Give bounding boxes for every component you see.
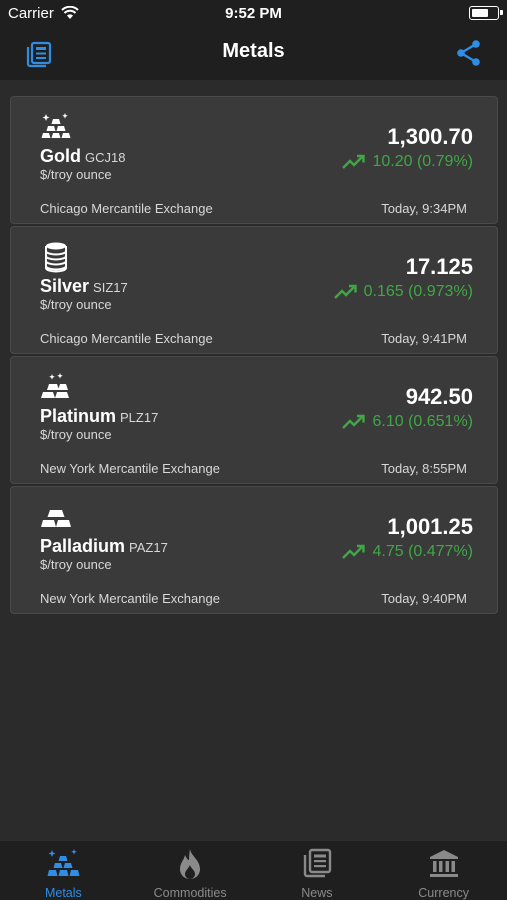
metal-card-palladium[interactable]: Palladium PAZ17 $/troy ounce New York Mer…	[10, 486, 498, 614]
metal-change: 4.75 (0.477%)	[372, 543, 473, 560]
status-bar: Carrier 9:52 PM	[0, 0, 507, 28]
metal-exchange: New York Mercantile Exchange	[40, 461, 220, 476]
status-time: 9:52 PM	[225, 5, 282, 22]
metal-name: Platinum	[40, 406, 117, 426]
silver-coins-icon	[40, 241, 72, 273]
metals-list: Gold GCJ18 $/troy ounce Chicago Mercantil…	[10, 96, 498, 616]
metal-symbol: PLZ17	[120, 410, 159, 425]
metal-name: Silver	[40, 276, 90, 296]
metal-card-gold[interactable]: Gold GCJ18 $/troy ounce Chicago Mercantil…	[10, 96, 498, 224]
bank-icon	[426, 847, 462, 881]
page-title: Metals	[222, 40, 285, 62]
tab-label: Currency	[418, 886, 469, 900]
metal-change-line: 10.20 (0.79%)	[342, 153, 473, 171]
trending-up-icon	[342, 414, 366, 430]
trending-up-icon	[342, 154, 366, 170]
metal-card-platinum[interactable]: Platinum PLZ17 $/troy ounce New York Merc…	[10, 356, 498, 484]
metal-price: 17.125	[405, 254, 473, 279]
share-icon[interactable]	[455, 39, 483, 67]
metal-change: 0.165 (0.973%)	[363, 283, 473, 300]
metal-name-line: Silver SIZ17	[40, 276, 128, 297]
tab-news[interactable]: News	[254, 841, 381, 900]
navigation-bar: Metals	[0, 28, 507, 80]
metal-price: 942.50	[405, 384, 473, 409]
metal-exchange: Chicago Mercantile Exchange	[40, 201, 213, 216]
metal-name-line: Platinum PLZ17	[40, 406, 158, 427]
metal-unit: $/troy ounce	[40, 557, 112, 572]
metal-symbol: PAZ17	[129, 540, 168, 555]
flame-icon	[172, 847, 208, 881]
metal-unit: $/troy ounce	[40, 167, 112, 182]
metal-name: Palladium	[40, 536, 126, 556]
palladium-bars-icon	[40, 501, 72, 533]
metal-exchange: Chicago Mercantile Exchange	[40, 331, 213, 346]
tab-metals[interactable]: Metals	[0, 841, 127, 900]
metal-card-silver[interactable]: Silver SIZ17 $/troy ounce Chicago Mercant…	[10, 226, 498, 354]
tab-label: Metals	[44, 886, 82, 900]
metal-unit: $/troy ounce	[40, 427, 112, 442]
metal-price: 1,001.25	[387, 514, 473, 539]
tab-currency[interactable]: Currency	[380, 841, 507, 900]
metal-name: Gold	[40, 146, 81, 166]
metal-change-line: 4.75 (0.477%)	[342, 543, 473, 561]
metal-updated-time: Today, 9:40PM	[381, 591, 467, 606]
metal-change: 6.10 (0.651%)	[372, 413, 473, 430]
trending-up-icon	[342, 544, 366, 560]
battery-icon	[469, 6, 503, 20]
metal-name-line: Gold GCJ18	[40, 146, 125, 167]
metal-symbol: GCJ18	[85, 150, 126, 165]
tab-label: News	[301, 886, 333, 900]
metal-symbol: SIZ17	[93, 280, 128, 295]
metal-updated-time: Today, 9:41PM	[381, 331, 467, 346]
newspaper-icon	[299, 847, 335, 881]
metal-exchange: New York Mercantile Exchange	[40, 591, 220, 606]
metal-unit: $/troy ounce	[40, 297, 112, 312]
trending-up-icon	[333, 284, 358, 300]
metal-change-line: 6.10 (0.651%)	[342, 413, 473, 431]
tab-commodities[interactable]: Commodities	[127, 841, 254, 900]
platinum-bars-icon	[40, 371, 72, 403]
tab-bar: Metals Commodities News Currency	[0, 840, 507, 900]
metal-name-line: Palladium PAZ17	[40, 536, 168, 557]
metals-icon	[45, 847, 81, 881]
tab-label: Commodities	[153, 886, 227, 900]
metal-price: 1,300.70	[387, 124, 473, 149]
gold-bars-icon	[40, 111, 72, 143]
metal-updated-time: Today, 8:55PM	[381, 461, 467, 476]
metal-change: 10.20 (0.79%)	[372, 153, 473, 170]
metal-change-line: 0.165 (0.973%)	[333, 283, 473, 301]
metal-updated-time: Today, 9:34PM	[381, 201, 467, 216]
